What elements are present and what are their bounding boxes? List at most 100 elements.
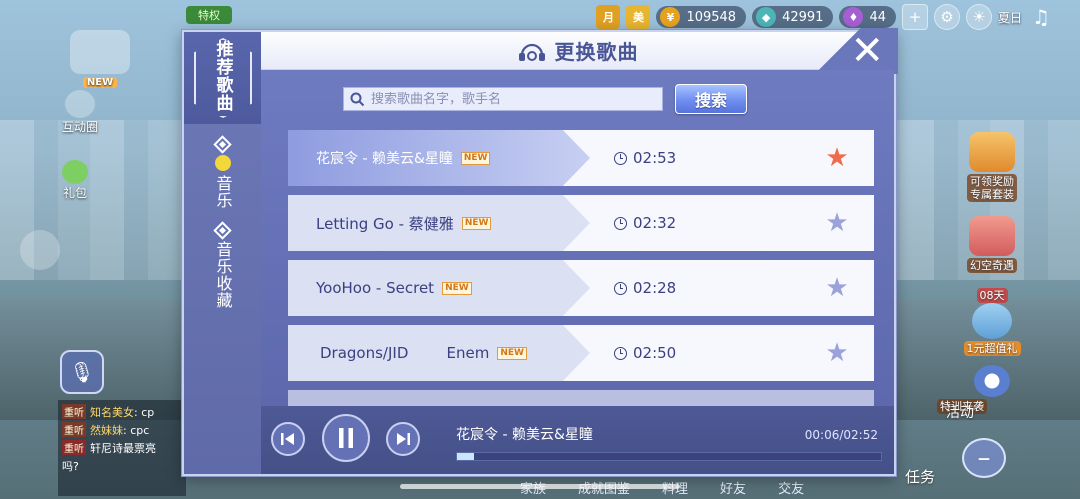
close-button[interactable]: ✕ [814,28,898,74]
gem-counter[interactable]: ◆ 42991 [752,6,834,28]
previous-button[interactable] [271,422,305,456]
playback-time: 00:06/02:52 [804,428,878,442]
change-song-dialog: 推荐歌曲 音乐 音乐收藏 更换歌曲 ✕ 搜索歌曲名字，歌手名 搜索 花宸令 - … [182,28,898,476]
song-row[interactable]: YooHoo - Secret NEW 02:28 ★ [288,260,874,316]
song-duration: 02:28 [614,260,676,316]
training-icon [974,365,1010,397]
chat-panel[interactable]: 重听 知名美女: cp 重听 然妹妹: cpc 重听 轩尼诗最票亮 吗? [58,400,186,496]
skip-next-icon [397,433,410,445]
search-row: 搜索 [343,84,747,114]
clock-icon [614,216,627,230]
chat-line: 重听 知名美女: cp [62,404,155,419]
gift-label: 礼包 [62,186,87,200]
clock-icon [614,281,627,295]
new-badge: NEW [497,346,527,360]
gem-icon: ◆ [756,7,777,27]
chat-line: 重听 轩尼诗最票亮 [62,440,156,455]
diamond-amount: 44 [869,9,886,25]
new-badge: NEW [460,151,491,165]
diamond-icon [213,221,232,240]
favorite-star-icon[interactable]: ★ [824,145,850,171]
music-player-bar: 花宸令 - 赖美云&星瞳 00:06/02:52 [261,406,894,474]
search-button[interactable]: 搜索 [675,84,747,114]
gift-pack-button[interactable]: 礼包 [50,160,100,201]
top-hud: 月 美 ¥ 109548 ◆ 42991 ♦ 44 + ⚙ ☀ 夏日 ♫ [596,3,1054,31]
tab-label: 音乐 [213,175,233,209]
diamond-icon [213,135,232,154]
clock-icon [614,346,627,360]
clock-icon [614,151,627,165]
new-label: NEW [82,77,118,88]
song-duration: 02:32 [614,195,676,251]
close-icon: ✕ [850,28,884,74]
dialog-header: 更换歌曲 ✕ [261,28,898,74]
favorite-star-icon[interactable]: ★ [824,275,850,301]
tab-music[interactable]: 音乐 [184,132,261,220]
new-badge: NEW [461,216,492,230]
add-icon[interactable]: + [901,4,928,30]
weather-icon[interactable]: ☀ [965,4,992,30]
music-note-icon[interactable]: ♫ [1028,4,1054,30]
song-title: Dragons/JID Enem NEW [320,325,527,381]
tab-music-favorites[interactable]: 音乐收藏 [184,218,261,318]
now-playing-title: 花宸令 - 赖美云&星瞳 [456,427,593,443]
song-duration: 02:53 [614,130,676,186]
chat-line: 重听 然妹妹: cpc [62,422,150,437]
song-title: YooHoo - Secret NEW [316,260,472,316]
search-icon [350,92,365,106]
privilege-badge[interactable]: 特权 [186,6,232,24]
song-title: Letting Go - 蔡健雅 NEW [316,195,492,251]
rank-icon[interactable]: 月 [596,5,621,29]
song-list[interactable]: 花宸令 - 赖美云&星瞳 NEW 02:53 ★ Letting Go - 蔡健… [288,130,874,406]
song-content-area: 搜索 花宸令 - 赖美云&星瞳 NEW 02:53 ★ Letting Go -… [261,70,894,406]
search-input[interactable] [371,91,651,107]
microphone-button[interactable]: 🎙 [60,350,104,394]
minimize-button[interactable]: – [962,438,1006,478]
song-row[interactable]: Dragons/JID Enem NEW 02:50 ★ [288,325,874,381]
gear-icon[interactable]: ⚙ [933,4,960,30]
gold-coin-icon: ¥ [660,7,681,27]
pause-button[interactable] [322,414,370,462]
interaction-circle-button[interactable]: 互动圈 [50,90,110,135]
castle-icon [969,216,1015,256]
playback-progress-bar[interactable] [456,452,882,461]
search-field[interactable] [343,87,663,111]
next-button[interactable] [386,422,420,456]
song-row[interactable]: 花宸令 - 赖美云&星瞳 NEW 02:53 ★ [288,130,874,186]
character-gift-icon [972,303,1012,339]
headphones-icon [518,43,545,61]
tab-recommended-songs[interactable]: 推荐歌曲 [184,32,261,124]
tab-active-frame [194,38,252,118]
task-button[interactable]: 任务 [890,466,950,487]
mascot-icon[interactable]: 美 [626,5,651,29]
left-mascot-widget[interactable]: NEW [60,30,140,88]
favorite-star-icon[interactable]: ★ [824,340,850,366]
dialog-title: 更换歌曲 [554,40,639,64]
song-row-partial[interactable] [288,390,874,406]
activity-button[interactable]: 活动 [930,402,990,422]
tab-label: 音乐收藏 [213,241,233,309]
chat-line: 吗? [62,460,79,473]
favorite-star-icon[interactable]: ★ [824,210,850,236]
new-badge: NEW [442,281,472,295]
diamond-icon: ♦ [843,7,864,27]
song-duration: 02:50 [614,325,676,381]
diamond-counter[interactable]: ♦ 44 [839,6,896,28]
gold-amount: 109548 [686,9,737,25]
fantasy-adventure-button[interactable]: 幻空奇遇 [952,216,1032,273]
music-tab-icon [214,155,231,171]
side-tab-bar: 推荐歌曲 音乐 音乐收藏 [184,32,261,474]
nav-social[interactable]: 交友 [778,478,804,497]
interaction-icon [65,90,95,118]
value-gift-button[interactable]: 08天 1元超值礼 [952,288,1032,356]
mascot-portrait-icon [70,30,130,74]
progress-fill [457,453,474,460]
system-home-indicator[interactable] [400,484,680,489]
gold-counter[interactable]: ¥ 109548 [656,6,747,28]
decor-bubble [20,230,60,270]
song-row[interactable]: Letting Go - 蔡健雅 NEW 02:32 ★ [288,195,874,251]
days-badge: 08天 [976,288,1008,303]
exclusive-outfit-reward[interactable]: 可领奖励 专属套装 [952,132,1032,202]
gift-box-icon [969,132,1015,172]
nav-friends[interactable]: 好友 [720,478,746,497]
